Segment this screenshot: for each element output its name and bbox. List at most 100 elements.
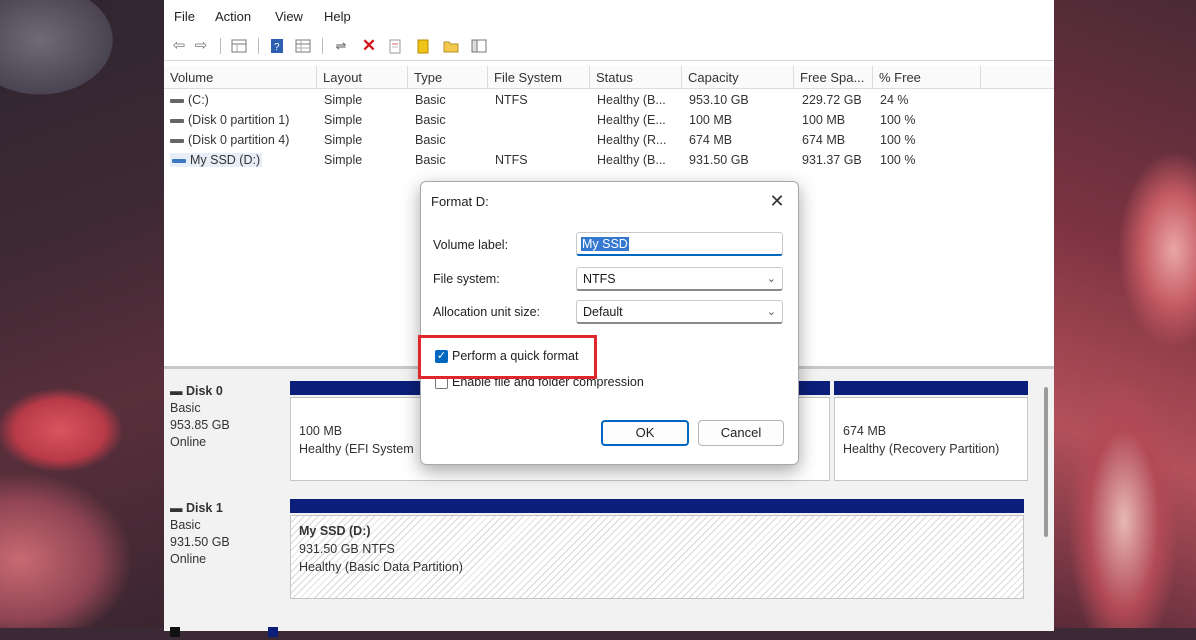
partition-strip bbox=[290, 499, 1024, 513]
file-system-select[interactable]: NTFS ⌄ bbox=[576, 267, 783, 291]
legend bbox=[170, 625, 282, 640]
partition-status: Healthy (Basic Data Partition) bbox=[299, 560, 463, 574]
cell-status: Healthy (E... bbox=[597, 113, 666, 127]
disk-1-size: 931.50 GB bbox=[170, 535, 230, 549]
disk-0-size: 953.85 GB bbox=[170, 418, 230, 432]
cell-type: Basic bbox=[415, 153, 446, 167]
highlight-annotation bbox=[418, 335, 597, 379]
legend-unallocated-swatch bbox=[170, 627, 180, 637]
disk-0-name: Disk 0 bbox=[185, 384, 223, 398]
table-row[interactable]: (Disk 0 partition 4) Simple Basic Health… bbox=[164, 131, 1054, 151]
cell-layout: Simple bbox=[324, 113, 363, 127]
col-type[interactable]: Type bbox=[408, 66, 488, 88]
partition-status: Healthy (Recovery Partition) bbox=[843, 442, 1000, 456]
partition-my-ssd[interactable]: My SSD (D:) 931.50 GB NTFS Healthy (Basi… bbox=[290, 515, 1024, 599]
yellow-folder-icon[interactable] bbox=[442, 37, 460, 55]
cell-capacity: 674 MB bbox=[689, 133, 733, 147]
allocation-unit-label: Allocation unit size: bbox=[433, 305, 541, 319]
back-arrow-icon[interactable]: ⇦ bbox=[170, 37, 188, 55]
cell-free-space: 674 MB bbox=[802, 133, 846, 147]
disk-1-info[interactable]: ▬ Disk 1 Basic 931.50 GB Online bbox=[170, 500, 286, 568]
forward-arrow-icon[interactable]: ⇨ bbox=[192, 37, 210, 55]
dialog-title: Format D: bbox=[431, 194, 489, 209]
svg-text:?: ? bbox=[274, 42, 280, 53]
col-file-system[interactable]: File System bbox=[488, 66, 590, 88]
cell-file-system: NTFS bbox=[495, 153, 528, 167]
volume-icon bbox=[170, 98, 184, 103]
col-free-space[interactable]: Free Spa... bbox=[794, 66, 873, 88]
partition-title: My SSD (D:) bbox=[299, 524, 371, 538]
table-row[interactable]: (Disk 0 partition 1) Simple Basic Health… bbox=[164, 111, 1054, 131]
yellow-key-icon[interactable] bbox=[414, 37, 432, 55]
cell-volume: (Disk 0 partition 4) bbox=[188, 133, 290, 147]
disk-1-name: Disk 1 bbox=[185, 501, 223, 515]
cell-percent-free: 24 % bbox=[880, 93, 909, 107]
col-capacity[interactable]: Capacity bbox=[682, 66, 794, 88]
cell-layout: Simple bbox=[324, 153, 363, 167]
cell-layout: Simple bbox=[324, 133, 363, 147]
partition-strip bbox=[834, 381, 1028, 395]
desktop-wallpaper-right bbox=[1054, 0, 1196, 628]
col-percent-free[interactable]: % Free bbox=[873, 66, 981, 88]
disk-0-status: Online bbox=[170, 435, 207, 449]
file-system-label: File system: bbox=[433, 272, 500, 286]
volume-list-header: Volume Layout Type File System Status Ca… bbox=[164, 66, 1054, 89]
partition-size: 674 MB bbox=[843, 424, 887, 438]
table-row-selected[interactable]: My SSD (D:) Simple Basic NTFS Healthy (B… bbox=[164, 151, 1054, 171]
disk-icon: ▬ bbox=[170, 501, 186, 515]
volume-icon bbox=[170, 118, 184, 123]
table-row[interactable]: (C:) Simple Basic NTFS Healthy (B... 953… bbox=[164, 91, 1054, 111]
connect-icon[interactable]: ⇌ bbox=[332, 37, 350, 55]
legend-primary-swatch bbox=[267, 627, 278, 637]
volume-icon bbox=[170, 138, 184, 143]
format-dialog: Format D: ✕ Volume label: My SSD File sy… bbox=[418, 181, 799, 465]
volume-label-input[interactable]: My SSD bbox=[576, 232, 783, 256]
scrollbar[interactable] bbox=[1044, 387, 1048, 537]
menu-file[interactable]: File bbox=[174, 9, 195, 24]
toolbar: ⇦ ⇨ ? ⇌ ✕ bbox=[164, 32, 1054, 61]
cell-status: Healthy (B... bbox=[597, 93, 666, 107]
disk-icon: ▬ bbox=[170, 384, 186, 398]
disk-1-status: Online bbox=[170, 552, 207, 566]
menu-view[interactable]: View bbox=[275, 9, 303, 24]
allocation-unit-select[interactable]: Default ⌄ bbox=[576, 300, 783, 324]
file-system-value: NTFS bbox=[583, 272, 616, 286]
cancel-button[interactable]: Cancel bbox=[698, 420, 784, 446]
close-icon[interactable]: ✕ bbox=[764, 188, 790, 214]
chevron-down-icon: ⌄ bbox=[766, 273, 776, 285]
allocation-unit-value: Default bbox=[583, 305, 623, 319]
col-volume[interactable]: Volume bbox=[164, 66, 317, 88]
cell-status: Healthy (R... bbox=[597, 133, 667, 147]
cell-percent-free: 100 % bbox=[880, 133, 916, 147]
disk-0-info[interactable]: ▬ Disk 0 Basic 953.85 GB Online bbox=[170, 383, 286, 451]
menu-bar: File Action View Help bbox=[164, 6, 1054, 28]
cell-percent-free: 100 % bbox=[880, 113, 916, 127]
menu-action[interactable]: Action bbox=[215, 9, 251, 24]
disk-list-icon[interactable] bbox=[230, 37, 248, 55]
cell-volume: (C:) bbox=[188, 93, 209, 107]
cell-volume: My SSD (D:) bbox=[190, 153, 261, 167]
window-icon[interactable] bbox=[470, 37, 488, 55]
cell-file-system: NTFS bbox=[495, 93, 528, 107]
partition-recovery[interactable]: 674 MB Healthy (Recovery Partition) bbox=[834, 397, 1028, 481]
volume-label-label: Volume label: bbox=[433, 238, 509, 252]
cell-layout: Simple bbox=[324, 93, 363, 107]
col-status[interactable]: Status bbox=[590, 66, 682, 88]
col-layout[interactable]: Layout bbox=[317, 66, 408, 88]
cell-status: Healthy (B... bbox=[597, 153, 666, 167]
cell-capacity: 953.10 GB bbox=[689, 93, 749, 107]
ok-button[interactable]: OK bbox=[601, 420, 689, 446]
help-book-icon[interactable]: ? bbox=[268, 37, 286, 55]
cell-type: Basic bbox=[415, 113, 446, 127]
cell-capacity: 100 MB bbox=[689, 113, 733, 127]
cell-free-space: 229.72 GB bbox=[802, 93, 862, 107]
cell-free-space: 100 MB bbox=[802, 113, 846, 127]
partition-size: 931.50 GB NTFS bbox=[299, 542, 395, 556]
cell-type: Basic bbox=[415, 93, 446, 107]
menu-help[interactable]: Help bbox=[324, 9, 351, 24]
chevron-down-icon: ⌄ bbox=[766, 306, 776, 318]
properties-grid-icon[interactable] bbox=[294, 37, 312, 55]
cell-capacity: 931.50 GB bbox=[689, 153, 749, 167]
document-icon[interactable] bbox=[386, 37, 404, 55]
delete-x-icon[interactable]: ✕ bbox=[360, 37, 378, 55]
